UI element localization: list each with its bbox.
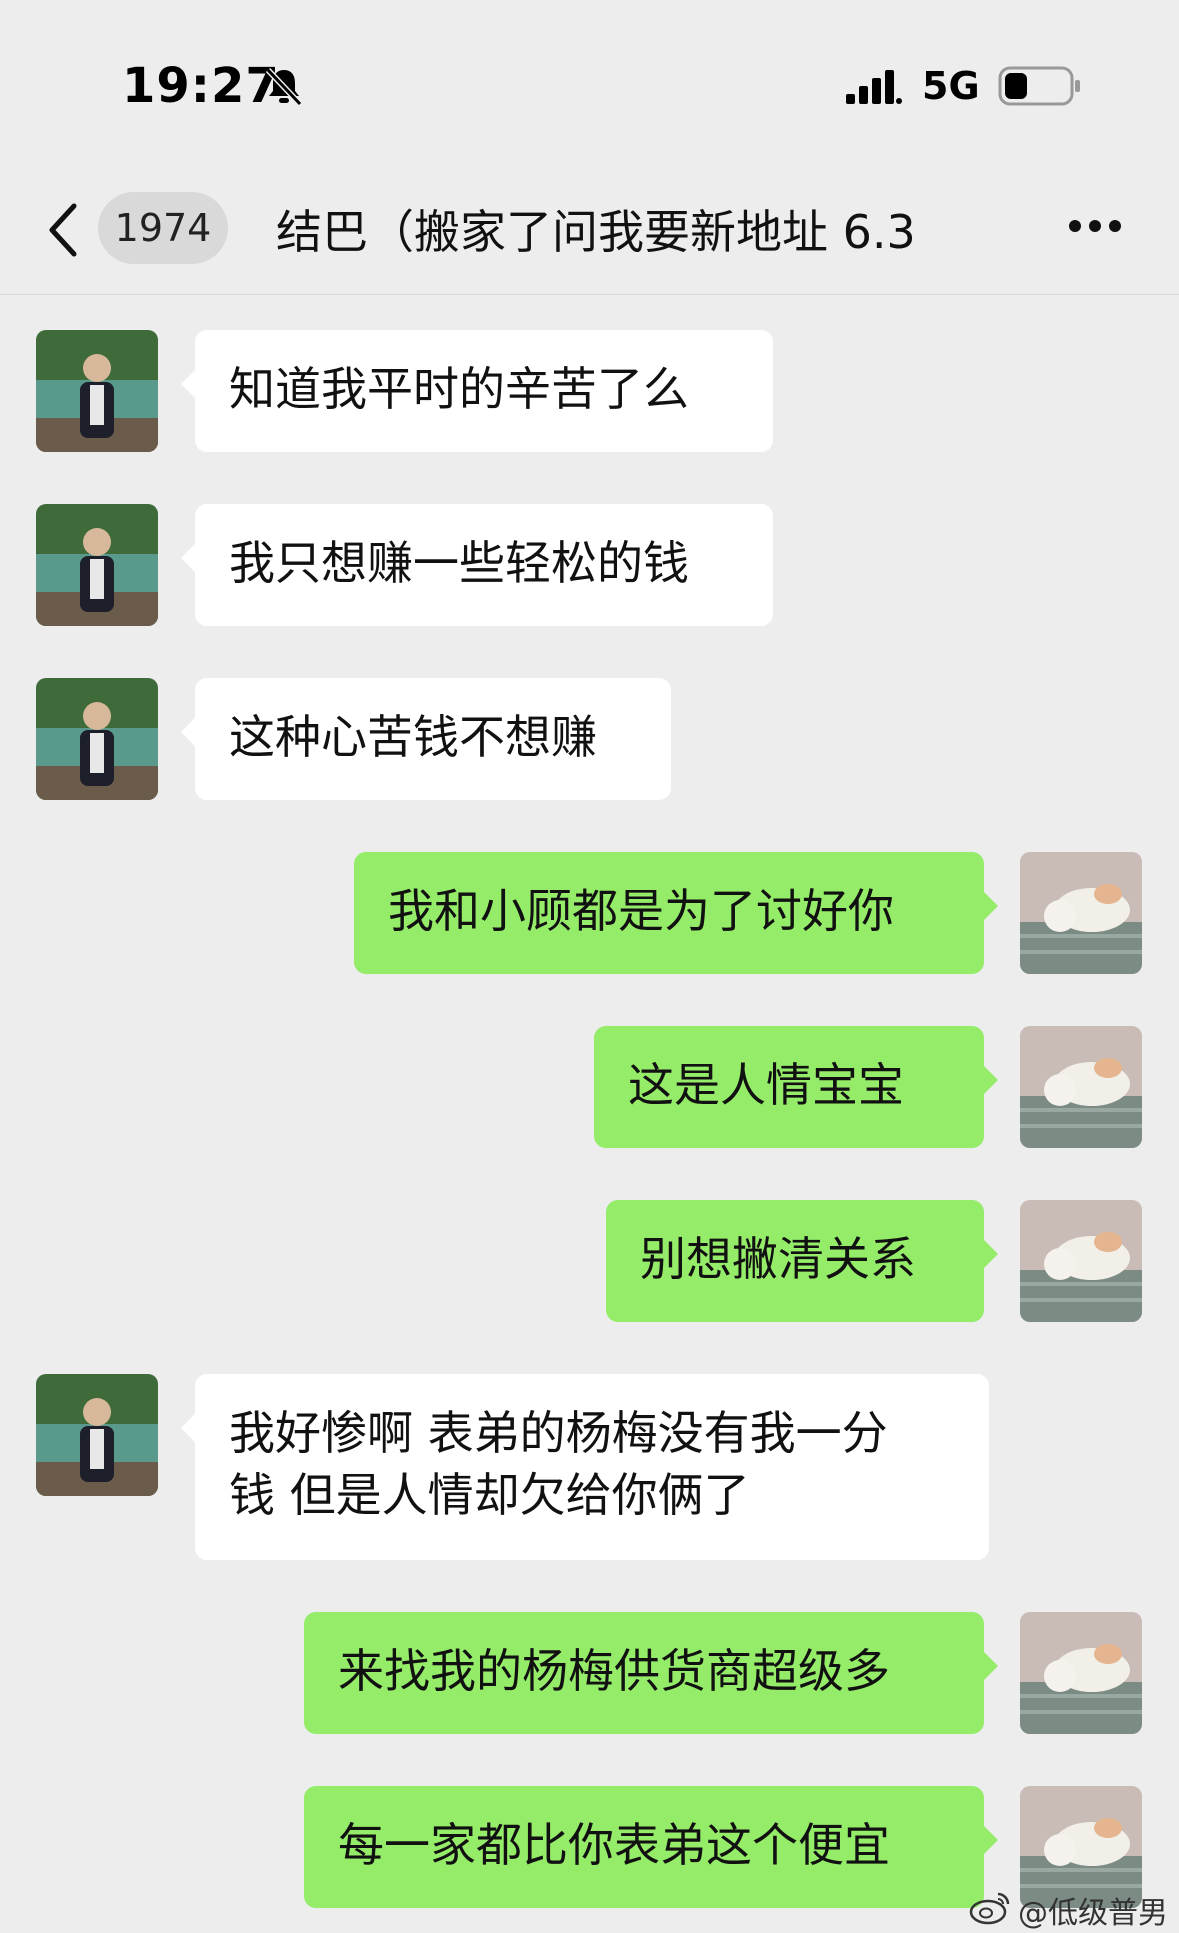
chat-title: 结巴（搬家了问我要新地址 6.3: [276, 205, 916, 259]
bell-muted-icon: [265, 67, 303, 107]
my-avatar[interactable]: [1020, 1026, 1142, 1148]
more-dots-icon[interactable]: [1068, 218, 1122, 234]
message-bubble-incoming[interactable]: 知道我平时的辛苦了么: [181, 330, 773, 452]
battery-icon: [998, 66, 1080, 106]
my-avatar[interactable]: [1020, 1200, 1142, 1322]
message-bubble-outgoing[interactable]: 每一家都比你表弟这个便宜: [304, 1786, 998, 1908]
contact-avatar[interactable]: [36, 1374, 158, 1496]
message-bubble-outgoing[interactable]: 别想撇清关系: [606, 1200, 998, 1322]
unread-count-badge[interactable]: 1974: [98, 192, 228, 264]
message-bubble-outgoing[interactable]: 这是人情宝宝: [594, 1026, 998, 1148]
contact-avatar[interactable]: [36, 504, 158, 626]
status-bar: 19:27 5G: [0, 0, 1179, 170]
contact-avatar[interactable]: [36, 330, 158, 452]
my-avatar[interactable]: [1020, 852, 1142, 974]
message-bubble-outgoing[interactable]: 我和小顾都是为了讨好你: [354, 852, 998, 974]
weibo-icon: [969, 1892, 1010, 1925]
status-time: 19:27: [122, 58, 280, 114]
signal-icon: [846, 70, 902, 104]
message-bubble-incoming[interactable]: 我只想赚一些轻松的钱: [181, 504, 773, 626]
message-bubble-outgoing[interactable]: 来找我的杨梅供货商超级多: [304, 1612, 998, 1734]
network-type: 5G: [922, 64, 980, 108]
watermark-text: @低级普男: [1018, 1896, 1168, 1931]
chevron-left-icon[interactable]: [44, 200, 84, 260]
message-bubble-incoming[interactable]: 我好惨啊 表弟的杨梅没有我一分 钱 但是人情却欠给你俩了: [181, 1374, 989, 1560]
chat-header: 1974 结巴（搬家了问我要新地址 6.3: [0, 170, 1179, 295]
my-avatar[interactable]: [1020, 1612, 1142, 1734]
contact-avatar[interactable]: [36, 678, 158, 800]
message-bubble-incoming[interactable]: 这种心苦钱不想赚: [181, 678, 671, 800]
